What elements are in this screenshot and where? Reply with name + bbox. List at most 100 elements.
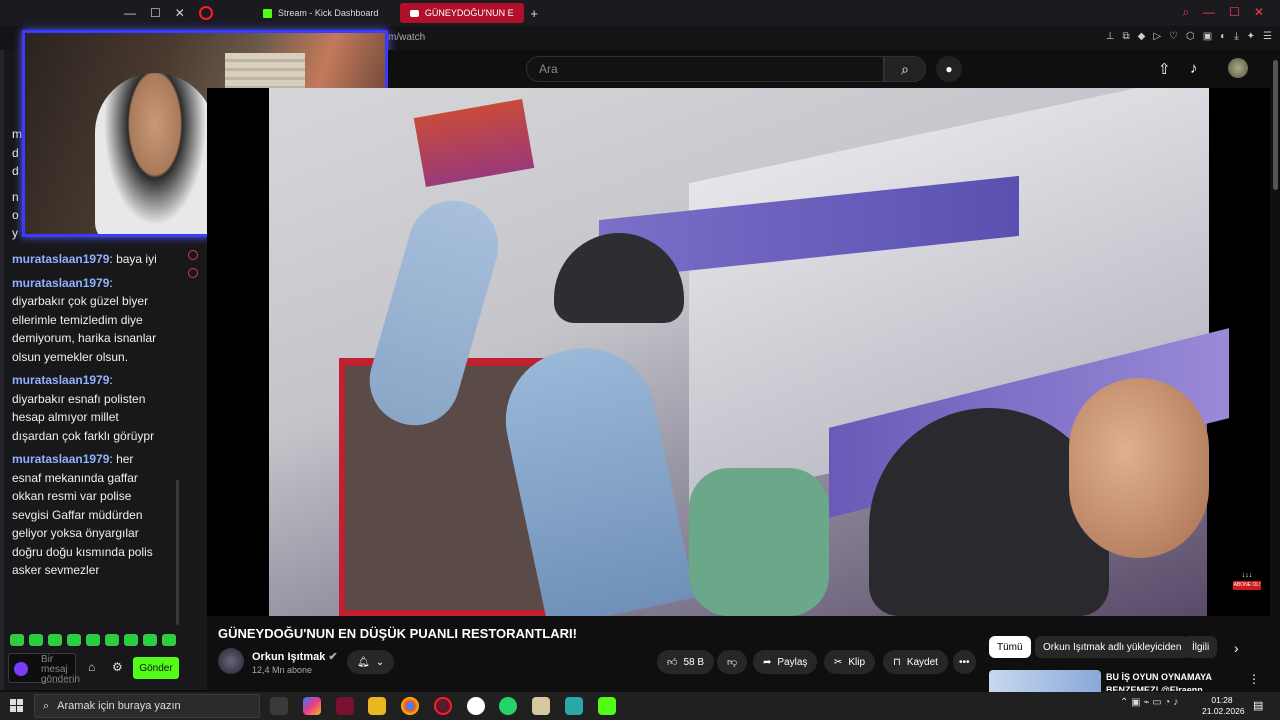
whatsapp-icon[interactable] xyxy=(499,697,517,715)
upload-icon[interactable]: ⇧ xyxy=(1158,60,1171,78)
chat-username[interactable]: murataslaan1979 xyxy=(12,452,109,466)
emote-icon[interactable] xyxy=(124,634,138,646)
microphone-icon[interactable] xyxy=(14,662,28,676)
kick-app-icon[interactable] xyxy=(598,697,616,715)
gear-icon[interactable]: ⚙ xyxy=(112,660,123,674)
clip-button[interactable]: ✂ Klip xyxy=(824,650,876,674)
tab-youtube-video[interactable]: GÜNEYDOĞU'NUN EN xyxy=(400,3,525,23)
close-icon[interactable]: ✕ xyxy=(1254,5,1264,20)
send-button[interactable]: Gönder xyxy=(133,657,179,679)
search-button[interactable]: ⌕ xyxy=(884,56,926,82)
maximize-icon[interactable]: ☐ xyxy=(1229,5,1240,20)
minimize-icon[interactable]: — xyxy=(1203,5,1215,20)
menu-icon[interactable]: ☰ xyxy=(1263,31,1272,42)
emote-icon[interactable] xyxy=(67,634,81,646)
shield-icon[interactable]: ◆ xyxy=(1138,31,1146,42)
minimize-icon[interactable]: — xyxy=(124,6,136,20)
chat-scrollbar[interactable] xyxy=(176,480,179,625)
more-vert-icon[interactable]: ⋮ xyxy=(1248,672,1260,686)
extensions-icon[interactable]: ⬡ xyxy=(1186,31,1195,42)
page-scrollbar[interactable] xyxy=(1271,50,1280,690)
media-player-icon[interactable] xyxy=(532,697,550,715)
chip-related[interactable]: İlgili xyxy=(1184,636,1218,658)
windows-start-icon[interactable] xyxy=(10,699,23,712)
maximize-icon[interactable]: ☐ xyxy=(150,6,161,20)
chat-fragment: d xyxy=(12,146,19,160)
like-button[interactable]: 👍︎ 58 B xyxy=(657,650,715,674)
scrollbar-thumb[interactable] xyxy=(1273,60,1278,190)
recommended-title[interactable]: BU İŞ OYUN OYNAMAYA BENZEMEZ! @Elraenn Y… xyxy=(1106,671,1236,691)
search-box[interactable] xyxy=(526,56,884,82)
download-icon[interactable]: ⤓ xyxy=(1234,31,1238,42)
task-view-icon[interactable] xyxy=(270,697,288,715)
app-icon[interactable] xyxy=(467,697,485,715)
channel-avatar[interactable] xyxy=(218,648,244,674)
clock[interactable]: 01:28 21.02.2026 xyxy=(1202,695,1245,717)
thumbs-down-icon: 👎︎ xyxy=(727,657,738,668)
dislike-button[interactable]: 👎︎ xyxy=(717,650,748,674)
video-frame xyxy=(269,88,1229,616)
recommended-thumbnail[interactable] xyxy=(989,670,1101,692)
ai-icon[interactable]: ✦ xyxy=(1247,31,1255,42)
ban-icon[interactable] xyxy=(188,268,198,278)
save-button[interactable]: ⊓ Kaydet xyxy=(883,650,948,674)
emote-icon[interactable] xyxy=(86,634,100,646)
clock-time: 01:28 xyxy=(1211,695,1233,705)
chat-input[interactable]: Bir mesaj gönderin xyxy=(8,653,80,685)
notification-center-icon[interactable]: ▤ xyxy=(1253,699,1263,712)
file-explorer-icon[interactable] xyxy=(368,697,386,715)
opera-logo-icon[interactable] xyxy=(198,6,213,20)
chip-all[interactable]: Tümü xyxy=(989,636,1031,658)
subscribe-watermark[interactable]: ↓↓↓ ABONE OL! xyxy=(1233,572,1261,600)
channel-name[interactable]: Orkun Işıtmak ✔ xyxy=(252,650,338,663)
media-app-icon[interactable] xyxy=(336,697,354,715)
video-player[interactable]: ↓↓↓ ABONE OL! xyxy=(207,88,1270,616)
close-icon[interactable]: ✕ xyxy=(175,6,185,20)
app-icon[interactable] xyxy=(565,697,583,715)
chevron-right-icon[interactable]: › xyxy=(1234,640,1239,656)
microphone-icon: ● xyxy=(945,62,953,76)
share-button[interactable]: ➦ Paylaş xyxy=(753,650,818,674)
speaker-icon xyxy=(410,9,419,17)
opera-gx-icon[interactable] xyxy=(434,697,452,715)
emote-icon[interactable] xyxy=(162,634,176,646)
search-icon[interactable]: ⌕ xyxy=(1182,5,1189,20)
chat-username[interactable]: murataslaan1979 xyxy=(12,276,109,290)
chat-username[interactable]: murataslaan1979 xyxy=(12,252,109,266)
notification-bell-button[interactable]: 🔔︎ ⌄ xyxy=(347,650,395,674)
heart-icon[interactable]: ♡ xyxy=(1169,31,1178,42)
chat-fragment: d xyxy=(12,164,19,178)
play-icon[interactable]: ▷ xyxy=(1153,31,1161,42)
taskbar-search-placeholder: Aramak için buraya yazın xyxy=(57,700,181,712)
copilot-icon[interactable] xyxy=(303,697,321,715)
emote-icon[interactable] xyxy=(10,634,24,646)
chat-fragment: y xyxy=(12,226,18,240)
chat-text: diyarbakır esnafı polisten hesap almıyor… xyxy=(12,391,155,443)
clock-date: 21.02.2026 xyxy=(1202,706,1245,716)
account-avatar[interactable] xyxy=(1228,58,1248,78)
new-tab-icon[interactable]: + xyxy=(530,6,538,21)
chip-uploader[interactable]: Orkun Işıtmak adlı yükleyiciden xyxy=(1035,636,1190,658)
emote-icon[interactable] xyxy=(105,634,119,646)
emote-icon[interactable] xyxy=(29,634,43,646)
tab-kick-dashboard[interactable]: Stream - Kick Dashboard xyxy=(253,3,389,23)
search-input[interactable] xyxy=(527,57,883,81)
url-text[interactable]: m/watch xyxy=(388,32,425,43)
chat-text: diyarbakır çok güzel biyer ellerimle tem… xyxy=(12,294,157,364)
pin-icon[interactable]: ⊥ xyxy=(1106,31,1115,42)
chrome-icon[interactable] xyxy=(401,697,419,715)
voice-search-button[interactable]: ● xyxy=(936,56,962,82)
snapshot-icon[interactable]: ⧉ xyxy=(1122,31,1129,42)
delete-icon[interactable] xyxy=(188,250,198,260)
chat-message: murataslaan1979: diyarbakır çok güzel bi… xyxy=(12,275,157,364)
more-actions-button[interactable]: ••• xyxy=(953,650,976,674)
system-tray-icons[interactable]: ⌃ ▣ ⌁ ▭ ◔ ♪ xyxy=(1120,697,1178,708)
emote-icon[interactable] xyxy=(143,634,157,646)
wallet-icon[interactable]: ▣ xyxy=(1203,31,1212,42)
chat-username[interactable]: murataslaan1979 xyxy=(12,373,109,387)
notifications-bell-icon[interactable]: ♪ xyxy=(1190,60,1198,77)
store-icon[interactable]: ⌂ xyxy=(88,660,95,674)
taskbar-search[interactable]: ⌕ Aramak için buraya yazın xyxy=(34,694,260,718)
vpn-icon[interactable]: ◐ xyxy=(1220,31,1226,42)
emote-icon[interactable] xyxy=(48,634,62,646)
